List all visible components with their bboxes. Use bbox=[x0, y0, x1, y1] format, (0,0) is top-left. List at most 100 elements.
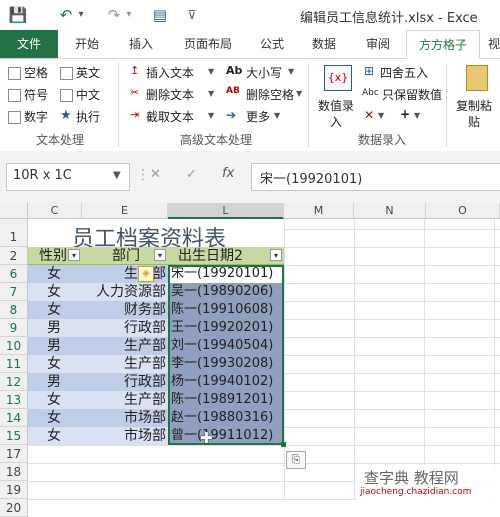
undo-icon[interactable]: ↶ bbox=[56, 5, 76, 25]
cell-dept[interactable]: 生产部 bbox=[82, 355, 168, 373]
tab-insert[interactable]: 插入 bbox=[118, 30, 164, 58]
filter-dropdown-icon[interactable]: ▾ bbox=[68, 249, 80, 261]
keep-values-button[interactable]: 只保留数值 bbox=[382, 86, 442, 103]
tab-review[interactable]: 审阅 bbox=[356, 30, 400, 58]
redo-dropdown-icon[interactable]: ▾ bbox=[124, 5, 134, 25]
insert-text-button[interactable]: 插入文本 bbox=[146, 64, 194, 81]
extract-text-button[interactable]: 截取文本 bbox=[146, 108, 194, 125]
clipboard-icon[interactable] bbox=[466, 65, 488, 91]
row-header[interactable]: 10 bbox=[0, 337, 28, 355]
save-icon[interactable]: 💾 bbox=[8, 5, 28, 25]
cell-gender[interactable]: 女 bbox=[28, 391, 82, 409]
fx-icon[interactable]: fx bbox=[222, 166, 234, 181]
column-header-e[interactable]: E bbox=[82, 203, 168, 219]
row-header[interactable]: 9 bbox=[0, 319, 28, 337]
tab-home[interactable]: 开始 bbox=[64, 30, 110, 58]
row-header[interactable]: 17 bbox=[0, 445, 28, 463]
header-gender[interactable]: 性别 bbox=[39, 247, 69, 265]
clear-icon[interactable]: ✕ bbox=[364, 108, 374, 122]
chevron-down-icon[interactable]: ▼ bbox=[208, 89, 214, 98]
filter-dropdown-icon[interactable]: ▾ bbox=[270, 249, 282, 261]
row-header[interactable]: 20 bbox=[0, 499, 28, 517]
numeric-entry-button[interactable]: 数值录 bbox=[318, 97, 354, 114]
tab-formulas[interactable]: 公式 bbox=[252, 30, 292, 58]
row-header[interactable]: 11 bbox=[0, 355, 28, 373]
cell-dept[interactable]: 生产部 bbox=[82, 337, 168, 355]
formula-input[interactable]: 宋一(19920101) bbox=[251, 163, 500, 191]
chevron-down-icon[interactable]: ▼ bbox=[378, 111, 384, 120]
row-header[interactable]: 2 bbox=[0, 247, 28, 265]
paste-options-icon[interactable]: ⎘ bbox=[286, 451, 306, 469]
row-header[interactable]: 6 bbox=[0, 265, 28, 283]
case-button[interactable]: 大小写 bbox=[246, 64, 282, 81]
warning-icon[interactable]: ◈ bbox=[138, 266, 154, 282]
column-header-c[interactable]: C bbox=[28, 203, 82, 219]
cell-dept[interactable]: 生产部 bbox=[82, 391, 168, 409]
plus-icon[interactable]: + bbox=[400, 107, 410, 121]
row-header[interactable]: 8 bbox=[0, 301, 28, 319]
cell-birth[interactable]: 李一(19930208) bbox=[168, 355, 284, 373]
tab-fangfang-gezi[interactable]: 方方格子 bbox=[406, 30, 480, 59]
enter-icon[interactable]: ✓ bbox=[186, 167, 197, 182]
cell-birth[interactable]: 王一(19920201) bbox=[168, 319, 284, 337]
cell-dept[interactable]: 人力资源部 bbox=[82, 283, 168, 301]
header-birth[interactable]: 出生日期2 bbox=[178, 247, 270, 265]
cell-birth[interactable]: 曾一(19911012) bbox=[168, 427, 284, 445]
header-dept[interactable]: 部门 bbox=[112, 247, 140, 265]
column-header-m[interactable]: M bbox=[284, 203, 354, 219]
tab-page-layout[interactable]: 页面布局 bbox=[172, 30, 244, 58]
row-header[interactable]: 19 bbox=[0, 481, 28, 499]
fill-handle[interactable] bbox=[281, 442, 286, 447]
cell-gender[interactable]: 女 bbox=[28, 409, 82, 427]
row-header[interactable]: 15 bbox=[0, 427, 28, 445]
more-button[interactable]: 更多 bbox=[246, 108, 270, 125]
column-header-n[interactable]: N bbox=[354, 203, 426, 219]
cell-gender[interactable]: 女 bbox=[28, 301, 82, 319]
delete-text-button[interactable]: 删除文本 bbox=[146, 86, 194, 103]
cell-birth[interactable]: 宋一(19920101) bbox=[168, 265, 284, 283]
redo-icon[interactable]: ↷ bbox=[104, 5, 124, 25]
cell-birth[interactable]: 陈一(19891201) bbox=[168, 391, 284, 409]
checkbox-space[interactable] bbox=[8, 67, 21, 80]
cell-dept[interactable]: 市场部 bbox=[82, 409, 168, 427]
execute-button[interactable]: 执行 bbox=[76, 108, 100, 125]
checkbox-english[interactable] bbox=[60, 67, 73, 80]
copy-paste-button[interactable]: 复制粘 bbox=[456, 97, 492, 114]
filter-dropdown-icon[interactable]: ▾ bbox=[154, 249, 166, 261]
cell-birth[interactable]: 赵一(19880316) bbox=[168, 409, 284, 427]
cancel-icon[interactable]: ✕ bbox=[150, 167, 161, 182]
select-all-corner[interactable] bbox=[0, 203, 28, 219]
checkbox-symbol[interactable] bbox=[8, 89, 21, 102]
checkbox-number[interactable] bbox=[8, 111, 21, 124]
row-header[interactable]: 13 bbox=[0, 391, 28, 409]
cell-gender[interactable]: 女 bbox=[28, 265, 82, 283]
customize-quick-access-icon[interactable]: ⊽ bbox=[182, 5, 202, 25]
cell-birth[interactable]: 吴一(19890206) bbox=[168, 283, 284, 301]
checkbox-chinese[interactable] bbox=[60, 89, 73, 102]
tab-view[interactable]: 视 bbox=[484, 30, 500, 58]
tab-data[interactable]: 数据 bbox=[302, 30, 346, 58]
copy-paste-button-line2[interactable]: 贴 bbox=[468, 113, 480, 130]
cell-birth[interactable]: 杨一(19940102) bbox=[168, 373, 284, 391]
cell-gender[interactable]: 男 bbox=[28, 373, 82, 391]
column-header-l[interactable]: L bbox=[168, 203, 284, 219]
cell-birth[interactable]: 陈一(19910608) bbox=[168, 301, 284, 319]
execute-icon[interactable]: ★ bbox=[60, 108, 72, 123]
row-header[interactable]: 12 bbox=[0, 373, 28, 391]
row-header[interactable]: 1 bbox=[0, 219, 28, 247]
cell-gender[interactable]: 男 bbox=[28, 319, 82, 337]
cell-gender[interactable]: 女 bbox=[28, 355, 82, 373]
cell-dept[interactable]: 行政部 bbox=[82, 373, 168, 391]
round-button[interactable]: 四舍五入 bbox=[380, 64, 428, 81]
cell-dept[interactable]: 行政部 bbox=[82, 319, 168, 337]
cell-dept[interactable]: 生产部 bbox=[82, 265, 168, 283]
row-header[interactable]: 14 bbox=[0, 409, 28, 427]
cell-birth[interactable]: 刘一(19940504) bbox=[168, 337, 284, 355]
chevron-down-icon[interactable]: ▼ bbox=[274, 111, 280, 120]
chevron-down-icon[interactable]: ▼ bbox=[208, 67, 214, 76]
name-box[interactable]: 10R x 1C ▼ bbox=[6, 163, 130, 191]
cell-dept[interactable]: 财务部 bbox=[82, 301, 168, 319]
chevron-down-icon[interactable]: ▼ bbox=[208, 111, 214, 120]
row-header[interactable]: 18 bbox=[0, 463, 28, 481]
cell-gender[interactable]: 男 bbox=[28, 337, 82, 355]
